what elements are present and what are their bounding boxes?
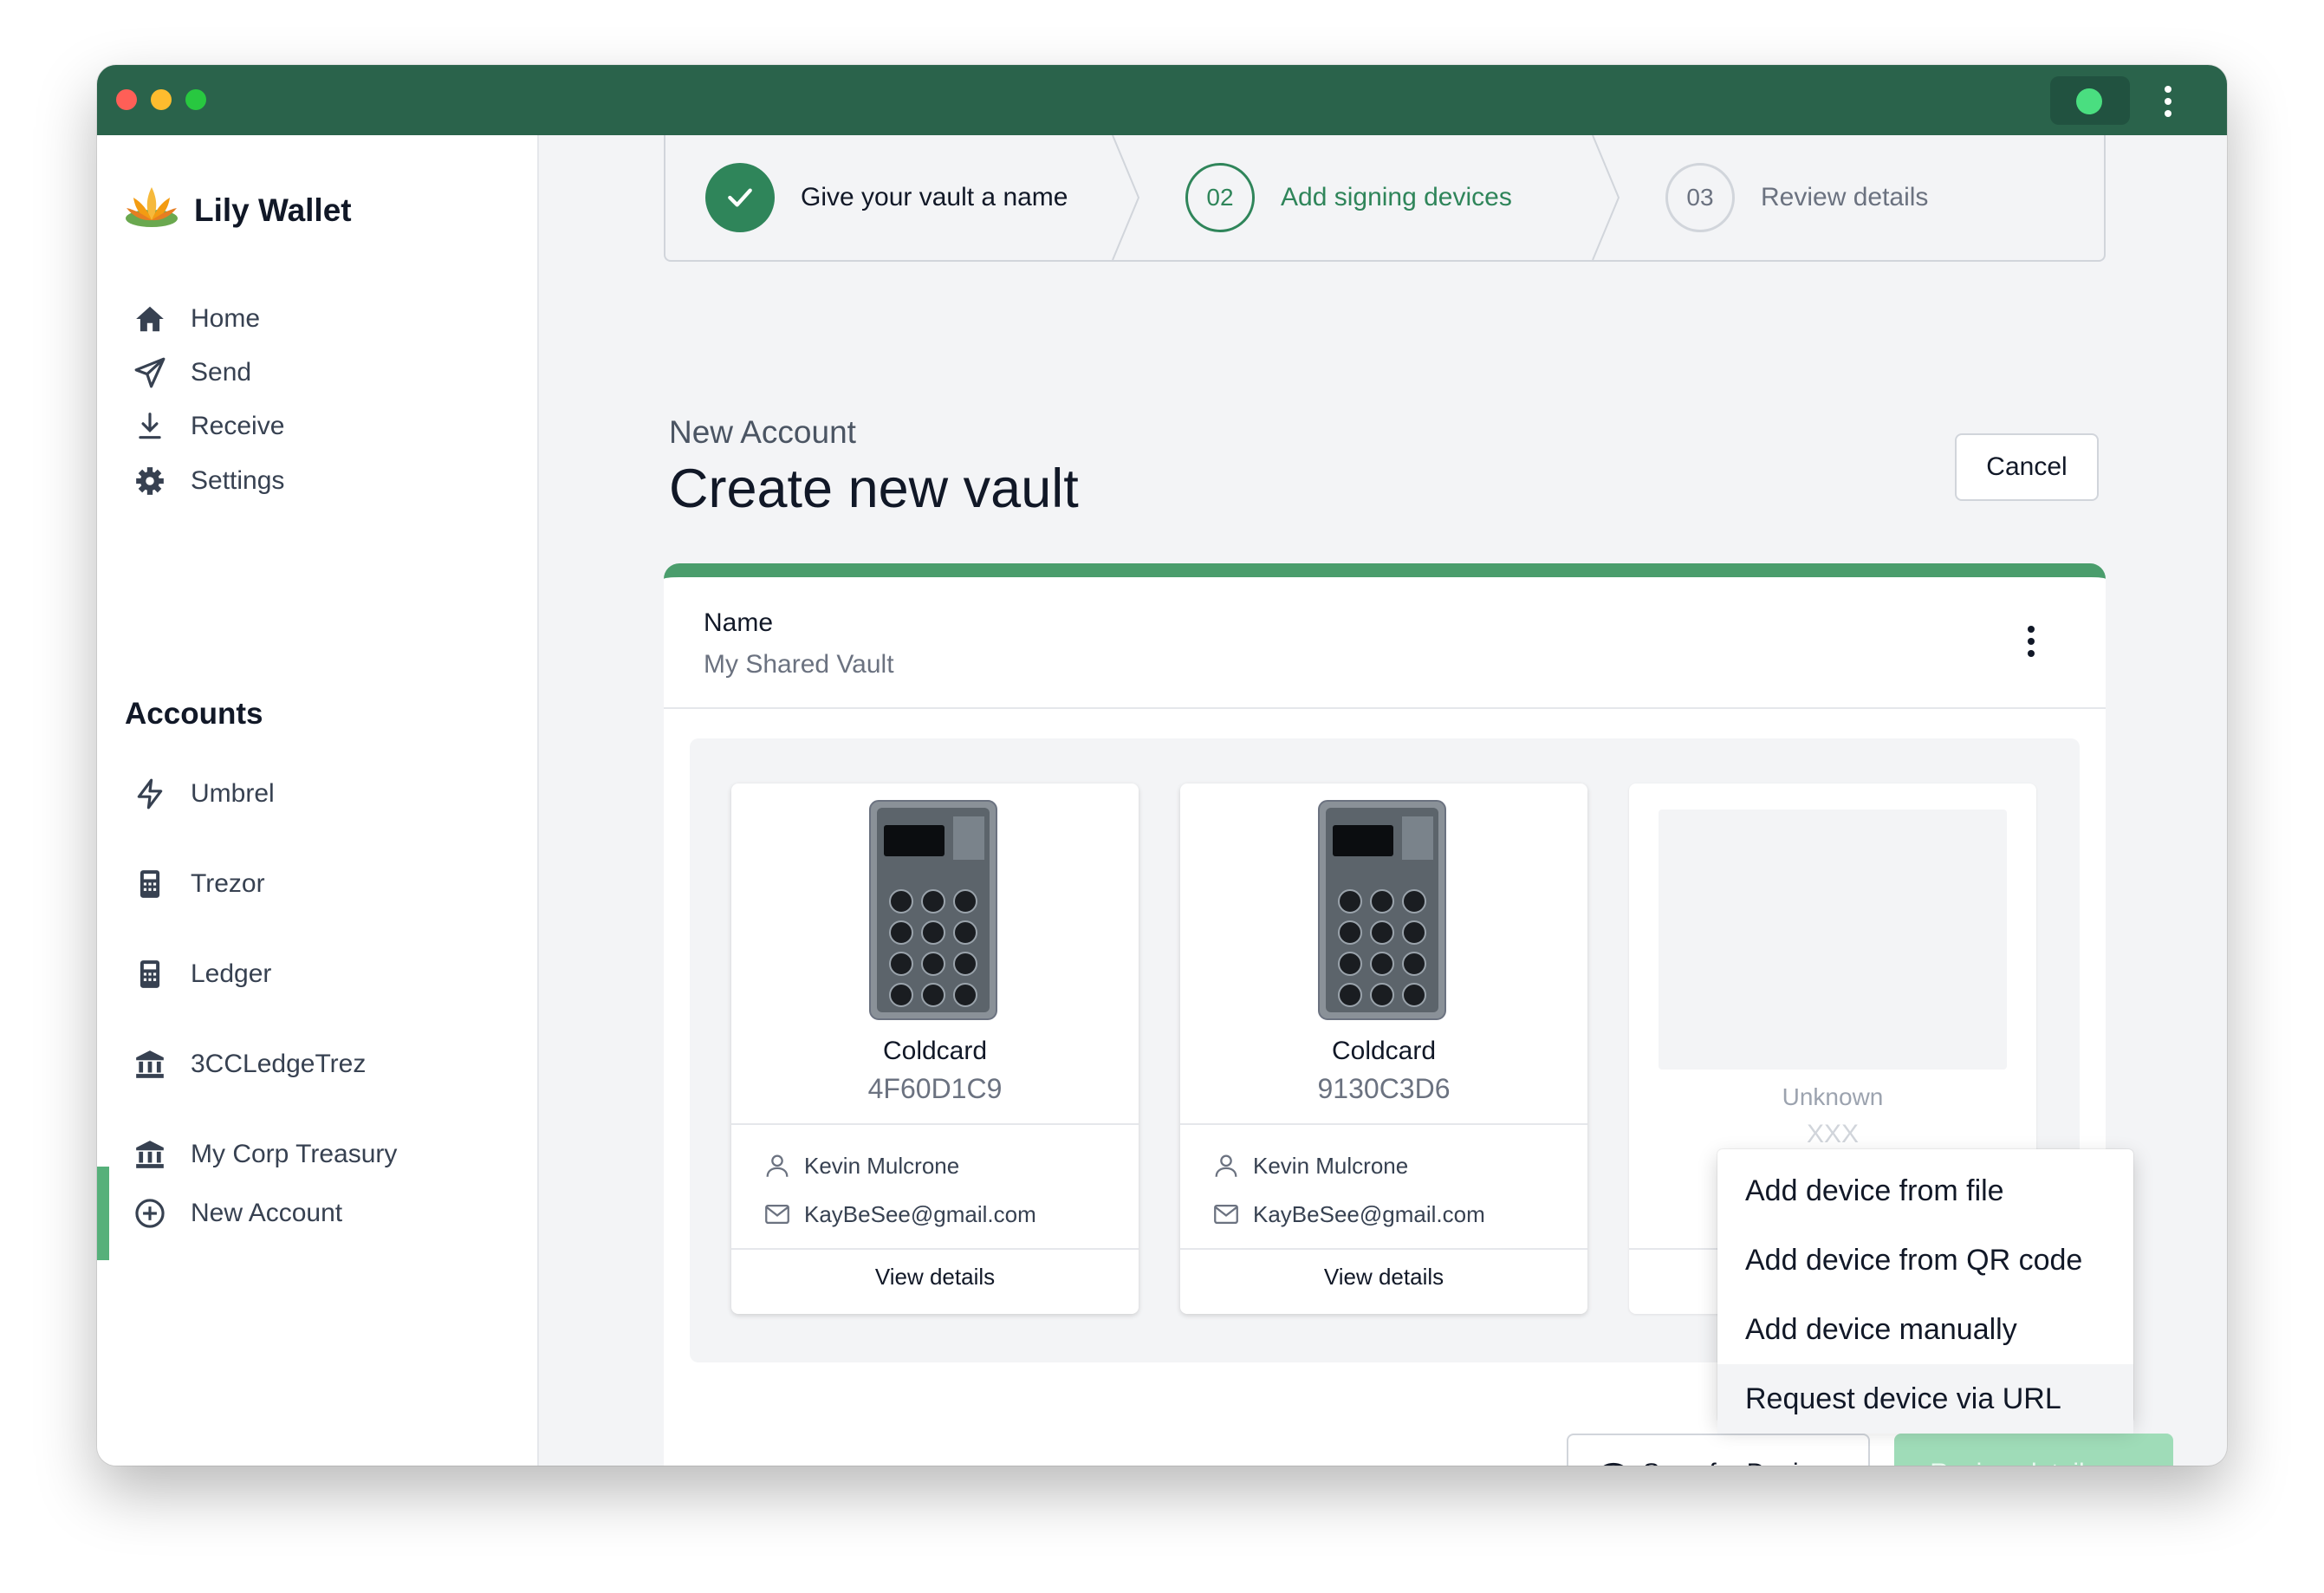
account-label: 3CCLedgeTrez [191, 1050, 367, 1078]
device-email: KayBeSee@gmail.com [763, 1200, 1036, 1229]
lightning-icon [132, 776, 168, 812]
view-details-button[interactable]: View details [731, 1264, 1139, 1291]
lily-logo-icon [126, 187, 178, 227]
nav-label: Settings [191, 466, 285, 495]
account-3ccledgetrez[interactable]: 3CCLedgeTrez [97, 1030, 537, 1099]
plus-circle-icon [132, 1195, 168, 1232]
coldcard-device-icon [1318, 800, 1446, 1020]
gear-icon [132, 463, 168, 499]
divider [664, 707, 2106, 709]
accounts-heading: Accounts [125, 697, 263, 731]
account-label: My Corp Treasury [191, 1140, 398, 1168]
scan-label: Scan for Devices [1643, 1459, 1840, 1466]
device-placeholder-image [1659, 810, 2007, 1070]
account-umbrel[interactable]: Umbrel [97, 759, 537, 829]
view-details-button[interactable]: View details [1180, 1264, 1587, 1291]
device-owner: Kevin Mulcrone [1211, 1151, 1408, 1180]
menu-item-add-from-file[interactable]: Add device from file [1717, 1156, 2133, 1226]
nav-label: Send [191, 358, 252, 387]
progress-stepper: Give your vault a name 02 Add signing de… [664, 135, 2106, 262]
title-bar [97, 65, 2227, 135]
account-trezor[interactable]: Trezor [97, 849, 537, 919]
home-icon [132, 301, 168, 337]
step-add-signing-devices[interactable]: 02 Add signing devices [1185, 135, 1512, 260]
nav-settings[interactable]: Settings [97, 446, 537, 516]
device-card: Coldcard 9130C3D6 Kevin Mulcrone KayBeSe… [1180, 783, 1587, 1314]
step-number: 03 [1665, 163, 1735, 232]
device-owner: Kevin Mulcrone [763, 1151, 959, 1180]
page-subtitle: New Account [669, 414, 856, 450]
step-number: 02 [1185, 163, 1255, 232]
owner-name: Kevin Mulcrone [1253, 1152, 1409, 1179]
divider [1180, 1248, 1587, 1250]
page-title: Create new vault [669, 458, 1079, 519]
device-options-icon[interactable] [2026, 626, 2036, 657]
main-content: Give your vault a name 02 Add signing de… [539, 135, 2227, 1466]
device-email: KayBeSee@gmail.com [1211, 1200, 1485, 1229]
scan-for-devices-button[interactable]: Scan for Devices [1567, 1434, 1870, 1466]
account-new-account[interactable]: New Account [97, 1167, 537, 1260]
account-label: New Account [191, 1199, 343, 1227]
user-icon [766, 1154, 789, 1177]
app-name: Lily Wallet [194, 192, 352, 228]
step-separator-icon [1112, 135, 1140, 260]
arrow-right-icon [2112, 1460, 2138, 1466]
vault-name-label: Name [704, 608, 774, 637]
owner-name: Kevin Mulcrone [804, 1152, 960, 1179]
coldcard-device-icon [869, 800, 997, 1020]
mail-icon [765, 1204, 789, 1225]
device-fingerprint: 9130C3D6 [1317, 1073, 1451, 1104]
device-type: Coldcard [1331, 1037, 1437, 1065]
sidebar: Lily Wallet Home Send Receive Settings A… [97, 135, 539, 1466]
check-icon [705, 163, 775, 232]
mail-icon [1214, 1204, 1238, 1225]
device-card: Coldcard 4F60D1C9 Kevin Mulcrone KayBeSe… [731, 783, 1139, 1314]
bank-icon [132, 1046, 168, 1083]
nav-label: Receive [191, 412, 285, 440]
node-status-indicator[interactable] [2050, 76, 2130, 125]
review-details-button[interactable]: Review details [1894, 1434, 2173, 1466]
step-name-vault[interactable]: Give your vault a name [705, 135, 1068, 260]
user-icon [1215, 1154, 1237, 1177]
app-window: Lily Wallet Home Send Receive Settings A… [97, 65, 2227, 1466]
add-device-menu: Add device from file Add device from QR … [1717, 1149, 2133, 1434]
brand[interactable]: Lily Wallet [121, 180, 352, 241]
step-separator-icon [1592, 135, 1620, 260]
vault-name-value[interactable]: My Shared Vault [704, 650, 894, 679]
wifi-icon [1603, 1462, 1623, 1466]
menu-item-add-from-qr[interactable]: Add device from QR code [1717, 1226, 2133, 1295]
device-fingerprint: 4F60D1C9 [867, 1073, 1003, 1104]
divider [731, 1123, 1139, 1125]
device-type: Coldcard [882, 1037, 988, 1065]
menu-item-add-manually[interactable]: Add device manually [1717, 1295, 2133, 1364]
download-icon [132, 408, 168, 445]
divider [731, 1248, 1139, 1250]
divider [1180, 1123, 1587, 1125]
calculator-icon [132, 866, 168, 902]
account-label: Ledger [191, 959, 272, 988]
step-label: Review details [1761, 183, 1929, 211]
cancel-button[interactable]: Cancel [1955, 433, 2099, 501]
status-dot-icon [2076, 88, 2102, 114]
step-review-details[interactable]: 03 Review details [1665, 135, 1928, 260]
more-options-icon[interactable] [2163, 86, 2173, 117]
account-label: Trezor [191, 869, 265, 898]
calculator-icon [132, 956, 168, 992]
device-fingerprint: XXX [1806, 1120, 1860, 1148]
owner-email: KayBeSee@gmail.com [804, 1200, 1036, 1227]
minimize-window-button[interactable] [151, 89, 172, 110]
send-icon [132, 354, 168, 391]
close-window-button[interactable] [116, 89, 137, 110]
device-type: Unknown [1782, 1083, 1884, 1110]
owner-email: KayBeSee@gmail.com [1253, 1200, 1485, 1227]
nav-label: Home [191, 304, 261, 333]
account-label: Umbrel [191, 779, 275, 808]
step-label: Give your vault a name [801, 183, 1068, 211]
step-label: Add signing devices [1281, 183, 1512, 211]
vault-card: Name My Shared Vault Coldcard 4F60D1C9 K… [664, 563, 2133, 1466]
account-ledger[interactable]: Ledger [97, 940, 537, 1009]
menu-item-request-via-url[interactable]: Request device via URL [1717, 1364, 2133, 1434]
review-label: Review details [1930, 1459, 2097, 1466]
maximize-window-button[interactable] [185, 89, 206, 110]
